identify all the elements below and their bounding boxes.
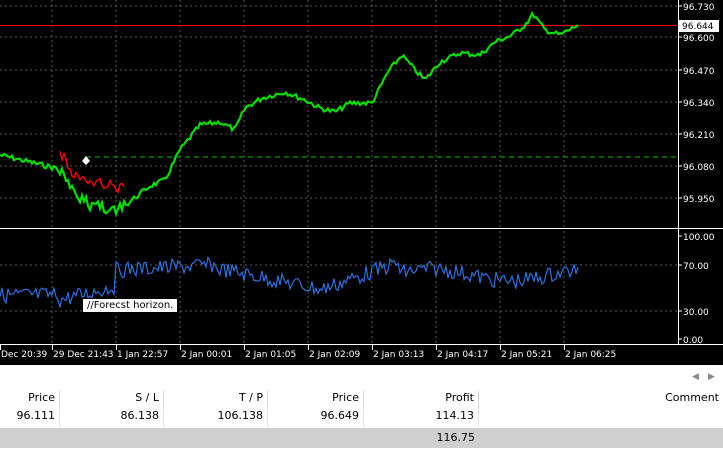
time-axis-label: 2 Jan 05:21: [501, 350, 552, 360]
header-profit[interactable]: Profit: [364, 391, 479, 409]
cell-comment: [479, 409, 723, 427]
time-axis-label: 2 Jan 03:13: [373, 350, 424, 360]
price-down-accent-line: [179, 12, 579, 147]
table-total-row: 116.75: [0, 428, 723, 448]
price-axis-label: 96.600: [683, 34, 715, 44]
cell-stop-loss: 86.138: [60, 409, 164, 427]
cell-open-price: 96.111: [0, 409, 60, 427]
time-axis-label: 1 Jan 22:57: [117, 350, 168, 360]
time-axis-label: Dec 20:39: [1, 350, 47, 360]
time-axis-label: 2 Jan 02:09: [309, 350, 361, 360]
total-profit-value: 116.75: [436, 431, 476, 444]
price-axis-label: 96.340: [683, 99, 715, 109]
time-axis-label: 2 Jan 00:01: [181, 350, 232, 360]
time-axis-label: 29 Dec 21:43: [53, 350, 114, 360]
cell-current-price: 96.649: [268, 409, 364, 427]
table-row[interactable]: 96.111 86.138 106.138 96.649 114.13: [0, 409, 723, 427]
price-axis-label: 95.950: [683, 195, 715, 205]
price-axis-label: 96.470: [683, 67, 715, 77]
cell-profit: 114.13: [364, 409, 479, 427]
trade-table: Price S / L T / P Price Profit Comment 9…: [0, 391, 723, 451]
time-axis-label: 2 Jan 06:25: [565, 350, 616, 360]
indicator-axis-label: 70.00: [683, 262, 709, 272]
header-take-profit[interactable]: T / P: [164, 391, 268, 409]
header-current-price[interactable]: Price: [268, 391, 364, 409]
time-axis-label: 2 Jan 04:17: [437, 350, 488, 360]
header-open-price[interactable]: Price: [0, 391, 60, 409]
forecast-horizon-tooltip: //Forecst horizon.: [82, 298, 179, 313]
indicator-axis-label: 0.00: [683, 336, 703, 346]
table-header-row: Price S / L T / P Price Profit Comment: [0, 391, 723, 409]
indicator-axis-label: 30.00: [683, 308, 709, 318]
scroll-left-icon[interactable]: ◀: [692, 372, 699, 382]
indicator-axis-label: 100.00: [683, 233, 715, 243]
header-comment[interactable]: Comment: [479, 391, 723, 409]
chart-area[interactable]: 96.730 96.600 96.470 96.340 96.210 96.080 95.9…: [0, 0, 723, 365]
cell-take-profit: 106.138: [164, 409, 268, 427]
price-axis-label: 96.080: [683, 163, 715, 173]
price-series-line: [0, 10, 579, 218]
price-axis-label: 96.730: [683, 3, 715, 13]
scroll-right-icon[interactable]: ▶: [708, 372, 715, 382]
header-stop-loss[interactable]: S / L: [60, 391, 164, 409]
time-axis-label: 2 Jan 01:05: [245, 350, 296, 360]
price-axis-label: 96.210: [683, 131, 715, 141]
current-price-label: 96.644: [682, 22, 714, 32]
chart-scroll-strip[interactable]: ◀ ▶: [0, 365, 723, 392]
